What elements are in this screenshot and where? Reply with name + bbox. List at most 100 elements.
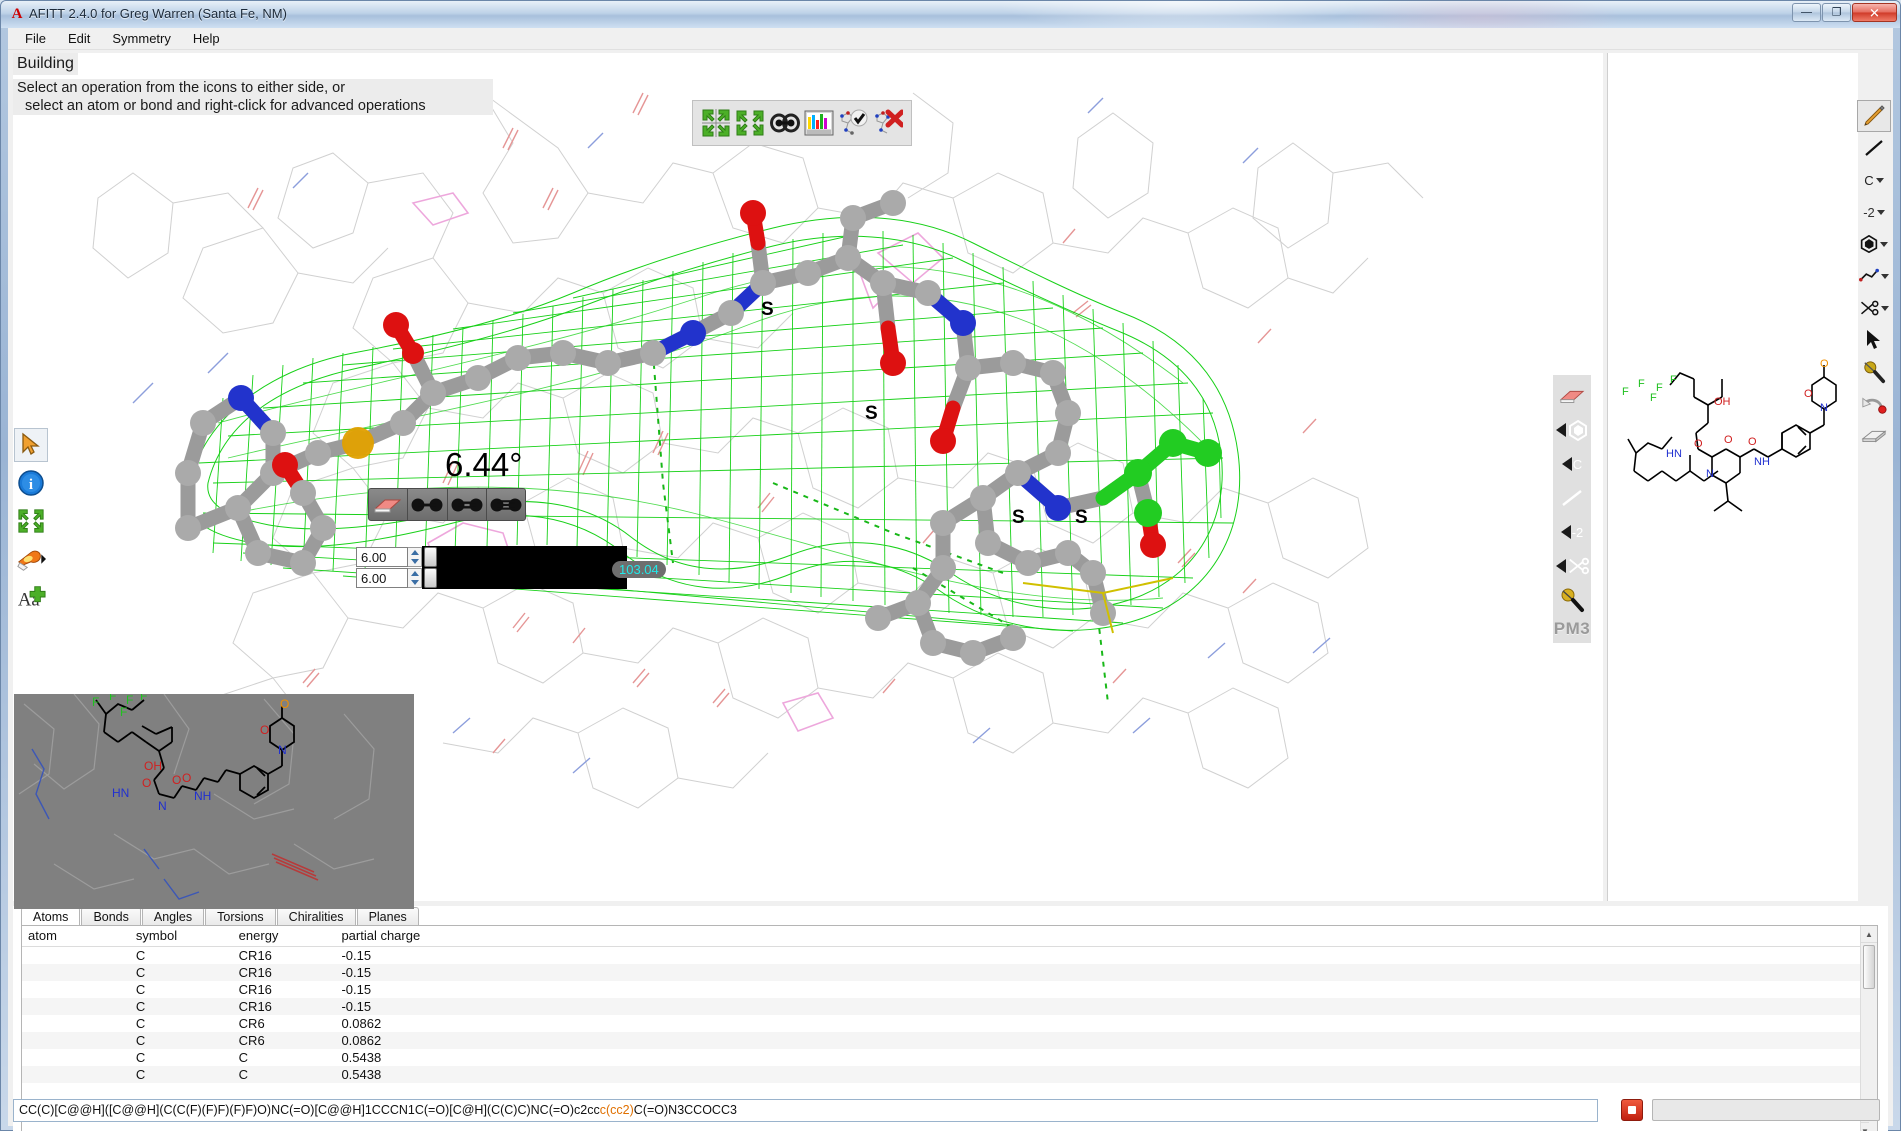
eraser-icon (373, 499, 402, 512)
tab-planes[interactable]: Planes (356, 907, 419, 926)
molecule-2d-inset[interactable]: F F F F F OH HN O N O NH O O O N (14, 689, 414, 909)
eraser-tool[interactable] (1857, 420, 1891, 452)
eraser-pill-tool[interactable] (14, 542, 48, 576)
triple-bond-button[interactable] (487, 489, 525, 520)
tab-chiralities[interactable]: Chiralities (276, 907, 356, 926)
reject-atoms-icon[interactable] (873, 108, 905, 138)
minimize-button[interactable]: — (1792, 3, 1821, 22)
double-bond-button[interactable] (448, 489, 487, 520)
spinner-down-icon[interactable] (408, 557, 421, 566)
brush-icon (1561, 588, 1584, 612)
menu-item-symmetry[interactable]: Symmetry (101, 29, 182, 48)
cell-symbol: C (135, 1049, 146, 1065)
cell-energy: CR16 (232, 997, 336, 1015)
spinner-up-icon[interactable] (408, 569, 421, 578)
overlay-charge-dropdown[interactable]: -2 (1553, 515, 1591, 549)
pencil-tool[interactable] (1857, 100, 1891, 132)
column-header-energy[interactable]: energy (232, 926, 336, 947)
distance-spinner-1[interactable] (408, 547, 422, 567)
undo-tool[interactable] (1857, 388, 1891, 420)
pointer-tool[interactable] (1857, 324, 1891, 356)
table-row[interactable]: C CR16 -0.15 (22, 981, 1877, 998)
spinner-up-icon[interactable] (408, 548, 421, 557)
stop-button[interactable] (1621, 1099, 1643, 1121)
distance-slider-row-2: 6.00 (356, 567, 627, 589)
ring-icon (1568, 419, 1587, 441)
cell-energy: CR6 (232, 1031, 336, 1049)
functional-group-dropdown[interactable] (1857, 260, 1891, 292)
close-button[interactable]: ✕ (1852, 3, 1897, 22)
angle-measurement-label: 6.44° (445, 446, 523, 483)
menu-item-help[interactable]: Help (182, 29, 231, 48)
close-icon: ✕ (1869, 5, 1880, 20)
symmetry-expand-icon[interactable] (701, 108, 731, 138)
cell-energy: CR16 (238, 981, 272, 997)
table-row[interactable]: C CR16 -0.15 (22, 997, 1877, 1015)
distance-slider-track-2[interactable] (422, 567, 627, 589)
svg-text:F: F (1656, 382, 1663, 394)
tab-bonds[interactable]: Bonds (81, 907, 141, 926)
ring-dropdown[interactable] (1857, 228, 1891, 260)
tab-angles[interactable]: Angles (141, 907, 205, 926)
cell-atom (22, 981, 130, 998)
maximize-button[interactable]: ❐ (1822, 3, 1851, 22)
cell-partial-charge: 0.0862 (335, 1031, 1877, 1049)
table-row[interactable]: C CR6 0.0862 (22, 1031, 1877, 1049)
accept-atoms-icon[interactable] (838, 108, 868, 138)
column-header-partial-charge[interactable]: partial charge (335, 926, 1877, 947)
distance-value-1[interactable]: 6.00 (356, 547, 408, 567)
overlay-bond-line-tool[interactable] (1553, 481, 1591, 515)
menu-item-file[interactable]: File (14, 29, 57, 48)
distance-slider-track-1[interactable] (422, 546, 627, 568)
single-bond-button[interactable] (408, 489, 448, 520)
charge-dropdown[interactable]: -2 (1857, 196, 1891, 228)
molecule-2d-panel[interactable]: F F F F F OH HN O N O NH O O O N (1607, 53, 1858, 901)
distance-spinner-2[interactable] (408, 568, 422, 588)
tab-torsions[interactable]: Torsions (205, 907, 276, 926)
eraser-icon (1559, 390, 1585, 403)
scrollbar-thumb[interactable] (1863, 945, 1875, 989)
info-tool[interactable]: i (14, 466, 48, 500)
scroll-up-icon[interactable]: ▲ (1861, 926, 1877, 943)
smiles-field[interactable]: CC(C)[C@@H]([C@@H](C(C(F)(F)F)(F)F)O)NC(… (13, 1099, 1598, 1122)
table-row[interactable]: C CR16 -0.15 (22, 946, 1877, 964)
brush-tool[interactable] (1857, 356, 1891, 388)
table-row[interactable]: C C 0.5438 (22, 1065, 1877, 1083)
overlay-ring-dropdown[interactable] (1553, 413, 1591, 447)
bond-line-tool[interactable] (1857, 132, 1891, 164)
distance-slider-row-1: 6.00 (356, 546, 627, 568)
distance-value-2[interactable]: 6.00 (356, 568, 408, 588)
svg-text:F: F (1670, 374, 1677, 386)
color-palette-icon[interactable] (804, 108, 834, 138)
application-window: A AFITT 2.4.0 for Greg Warren (Santa Fe,… (0, 0, 1901, 1131)
window-frame: A AFITT 2.4.0 for Greg Warren (Santa Fe,… (0, 0, 1901, 1131)
overlay-toolbar: C -2 PM3 (1553, 375, 1591, 643)
erase-bond-button[interactable] (369, 489, 409, 520)
cell-symbol: C (129, 963, 233, 981)
element-label: C (1864, 172, 1874, 188)
table-row[interactable]: C C 0.5438 (22, 1049, 1877, 1066)
element-dropdown[interactable]: C (1857, 164, 1891, 196)
symmetry-tool[interactable] (14, 504, 48, 538)
spinner-down-icon[interactable] (408, 578, 421, 587)
cell-symbol: C (135, 1015, 146, 1031)
undo-icon (1862, 397, 1887, 414)
menu-item-edit[interactable]: Edit (57, 29, 101, 48)
overlay-eraser-tool[interactable] (1553, 379, 1591, 413)
overlay-scissors-dropdown[interactable] (1553, 549, 1591, 583)
symmetry-rotate-icon[interactable] (735, 108, 765, 138)
column-header-atom[interactable]: atom (22, 926, 130, 947)
scissors-dropdown[interactable] (1857, 292, 1891, 324)
link-chain-icon[interactable] (769, 108, 800, 138)
distance-slider-thumb-2[interactable] (424, 568, 437, 588)
svg-text:F: F (120, 705, 127, 719)
overlay-brush-tool[interactable] (1553, 583, 1591, 617)
table-row[interactable]: C CR6 0.0862 (22, 1015, 1877, 1032)
distance-slider-thumb-1[interactable] (424, 547, 437, 567)
column-header-symbol[interactable]: symbol (129, 926, 233, 947)
tab-atoms[interactable]: Atoms (21, 907, 81, 926)
overlay-element-dropdown[interactable]: C (1553, 447, 1591, 481)
table-row[interactable]: C CR16 -0.15 (22, 963, 1877, 981)
select-arrow-tool[interactable] (14, 428, 48, 462)
add-label-tool[interactable]: Aa (14, 580, 48, 614)
